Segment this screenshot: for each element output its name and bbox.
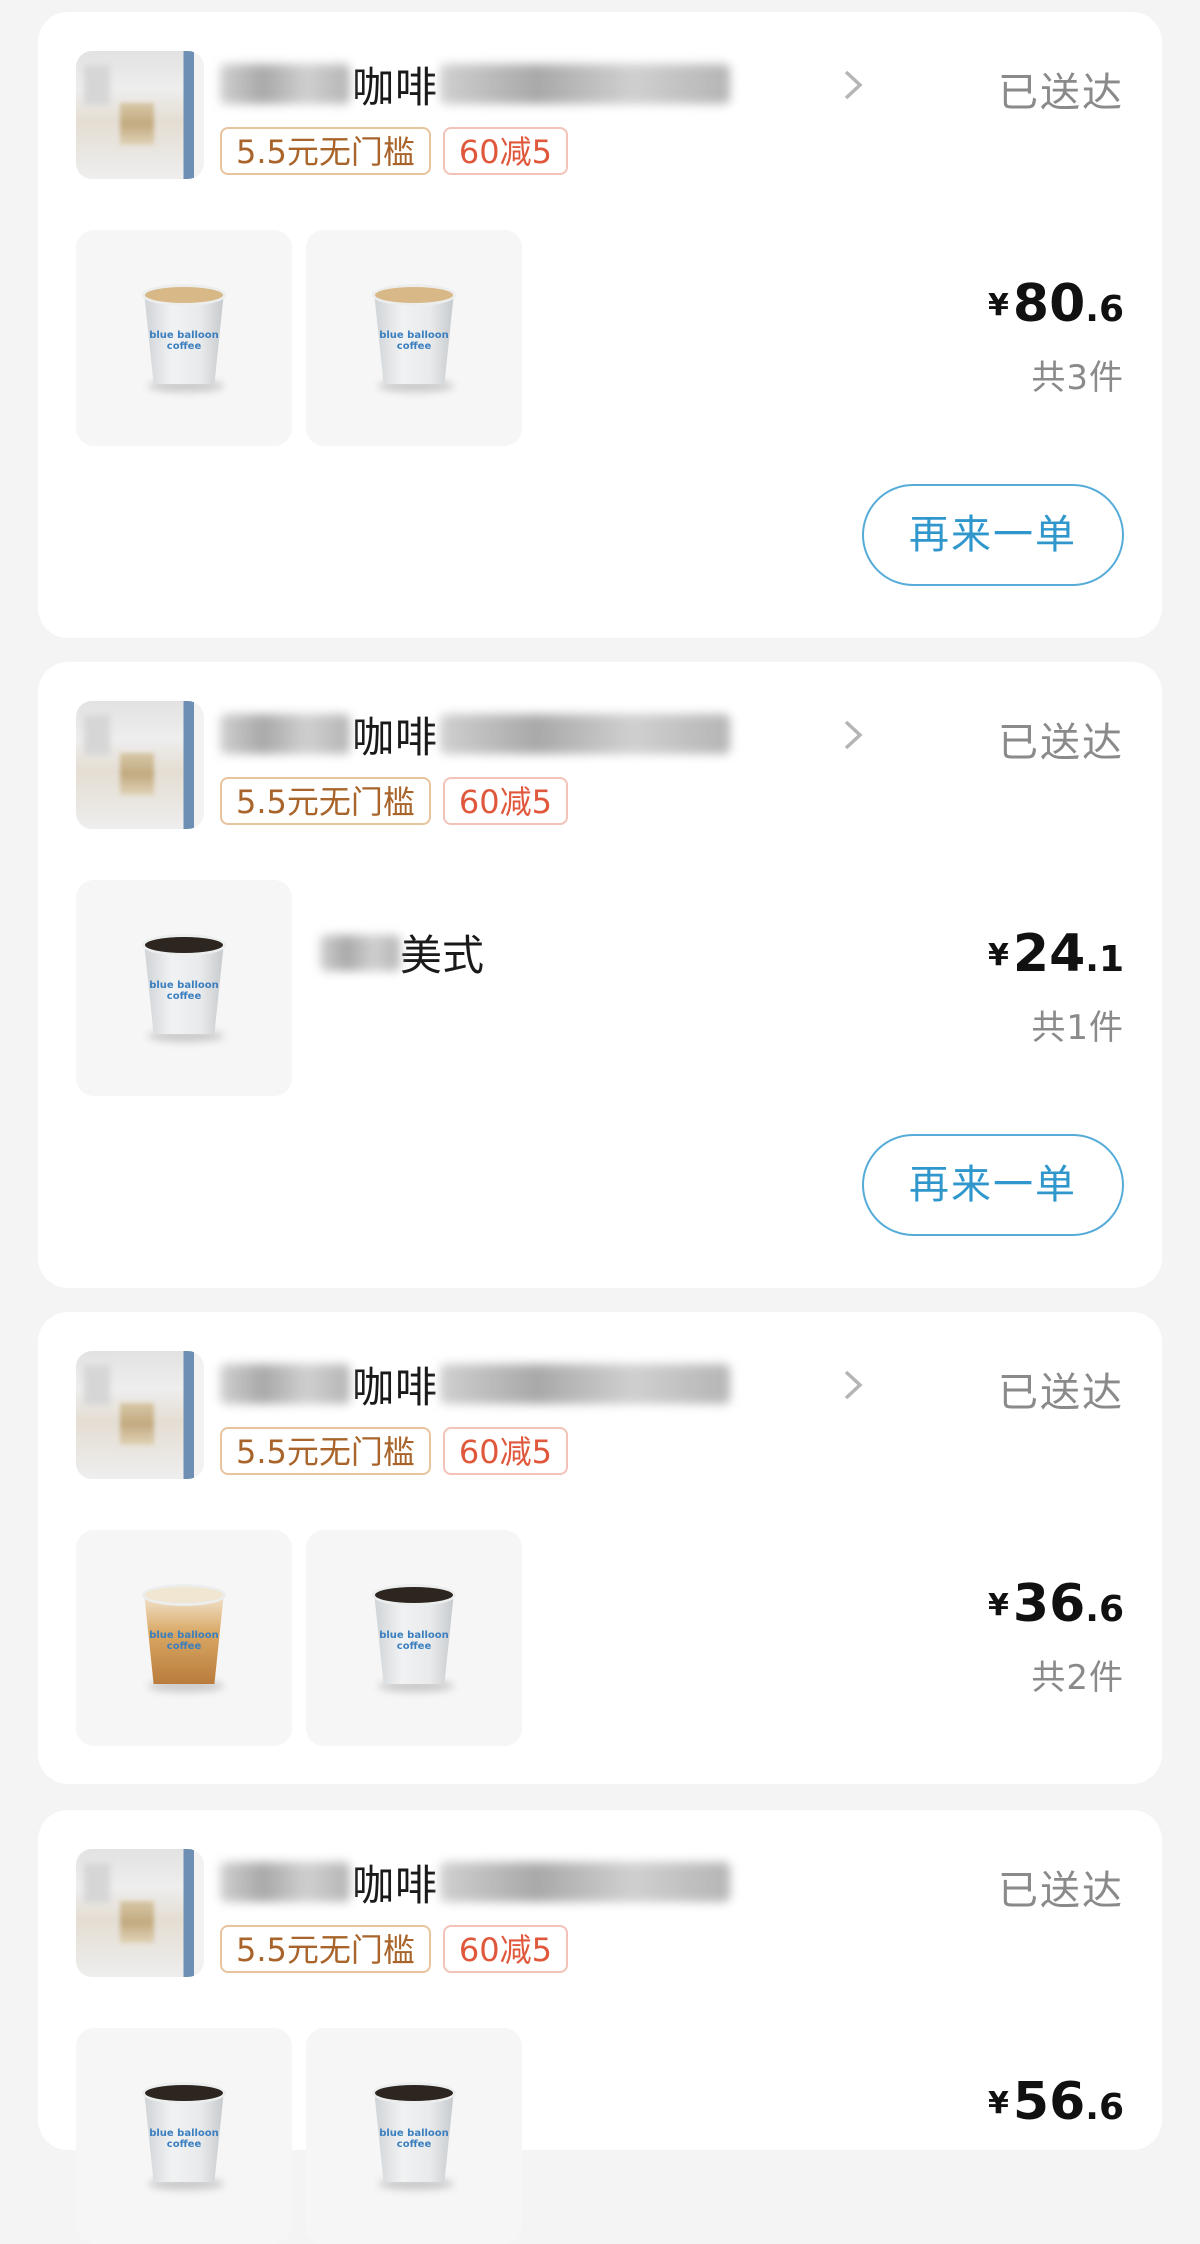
blurred-text (220, 64, 350, 104)
product-thumbnail[interactable]: blue balloon coffee (306, 1530, 522, 1746)
order-card[interactable]: 咖啡 已送达 5.5元无门槛 60减5 blue balloon coffee … (38, 1312, 1162, 1784)
shop-name: 咖啡 (352, 1860, 439, 1910)
blurred-text (220, 1862, 350, 1902)
product-thumbnails[interactable]: blue balloon coffee blue balloon coffee (76, 2028, 522, 2244)
discount-tag: 60减5 (442, 1427, 568, 1475)
order-price: ¥24.1 (988, 924, 1124, 984)
order-card[interactable]: 咖啡 已送达 5.5元无门槛 60减5 blue balloon coffee … (38, 662, 1162, 1288)
shop-name: 咖啡 (352, 712, 439, 762)
shop-name: 咖啡 (352, 62, 439, 112)
shop-name-row[interactable]: 咖啡 (220, 1852, 731, 1912)
product-thumbnail[interactable]: blue balloon coffee (76, 2028, 292, 2244)
shop-logo (76, 1849, 204, 1977)
discount-tag: 60减5 (442, 777, 568, 825)
chevron-right-icon[interactable] (838, 1368, 868, 1402)
order-price: ¥56.6 (988, 2072, 1124, 2132)
shop-logo (76, 51, 204, 179)
order-status: 已送达 (998, 720, 1124, 766)
product-thumbnail[interactable]: blue balloon coffee (76, 1530, 292, 1746)
promo-tags: 5.5元无门槛 60减5 (220, 127, 568, 175)
product-thumbnails[interactable]: blue balloon coffee blue balloon coffee (76, 1530, 522, 1746)
order-card[interactable]: 咖啡 已送达 5.5元无门槛 60减5 blue balloon coffee … (38, 1810, 1162, 2244)
discount-tag: 60减5 (442, 1925, 568, 1973)
coupon-tag: 5.5元无门槛 (220, 1925, 431, 1973)
blurred-text (440, 1364, 731, 1404)
coupon-tag: 5.5元无门槛 (220, 777, 431, 825)
order-status: 已送达 (998, 1370, 1124, 1416)
item-name-text: 美式 (400, 931, 485, 980)
shop-name-row[interactable]: 咖啡 (220, 54, 731, 114)
product-thumbnail[interactable]: blue balloon coffee (306, 230, 522, 446)
blurred-text (220, 1364, 350, 1404)
blurred-text (320, 934, 400, 971)
item-name[interactable]: 美式 (320, 922, 484, 983)
order-status: 已送达 (998, 1868, 1124, 1914)
blurred-text (440, 64, 731, 104)
order-price: ¥36.6 (988, 1574, 1124, 1634)
blurred-text (440, 1862, 731, 1902)
shop-name-row[interactable]: 咖啡 (220, 1354, 731, 1414)
product-thumbnail[interactable]: blue balloon coffee (76, 230, 292, 446)
product-thumbnails[interactable]: blue balloon coffee (76, 880, 292, 1096)
chevron-right-icon[interactable] (838, 718, 868, 752)
item-count: 共2件 (1031, 1658, 1124, 1698)
reorder-button[interactable]: 再来一单 (862, 484, 1124, 586)
order-price: ¥80.6 (988, 274, 1124, 334)
discount-tag: 60减5 (442, 127, 568, 175)
blurred-text (440, 714, 731, 754)
promo-tags: 5.5元无门槛 60减5 (220, 1925, 568, 1973)
product-thumbnail[interactable]: blue balloon coffee (306, 2028, 522, 2244)
promo-tags: 5.5元无门槛 60减5 (220, 1427, 568, 1475)
blurred-text (220, 714, 350, 754)
coupon-tag: 5.5元无门槛 (220, 127, 431, 175)
promo-tags: 5.5元无门槛 60减5 (220, 777, 568, 825)
order-status: 已送达 (998, 70, 1124, 116)
shop-logo (76, 701, 204, 829)
reorder-button[interactable]: 再来一单 (862, 1134, 1124, 1236)
product-thumbnail[interactable]: blue balloon coffee (76, 880, 292, 1096)
item-count: 共3件 (1031, 358, 1124, 398)
chevron-right-icon[interactable] (838, 68, 868, 102)
coupon-tag: 5.5元无门槛 (220, 1427, 431, 1475)
shop-name-row[interactable]: 咖啡 (220, 704, 731, 764)
shop-name: 咖啡 (352, 1362, 439, 1412)
order-card[interactable]: 咖啡 已送达 5.5元无门槛 60减5 blue balloon coffee … (38, 12, 1162, 638)
item-count: 共1件 (1031, 1008, 1124, 1048)
product-thumbnails[interactable]: blue balloon coffee blue balloon coffee (76, 230, 522, 446)
shop-logo (76, 1351, 204, 1479)
